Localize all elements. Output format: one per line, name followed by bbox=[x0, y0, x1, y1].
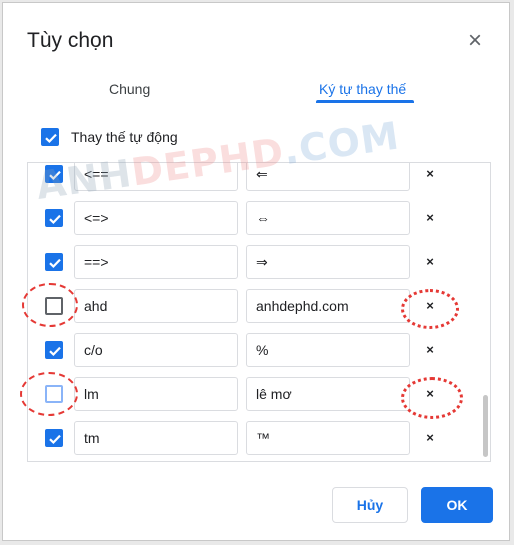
replace-field[interactable]: <=> bbox=[74, 201, 238, 235]
replace-field[interactable]: tm bbox=[74, 421, 238, 455]
delete-row-icon[interactable]: × bbox=[422, 210, 438, 226]
annotation-circle bbox=[401, 289, 459, 329]
list-scrollbar[interactable] bbox=[483, 395, 488, 457]
options-dialog: Tùy chọn × Chung Ký tự thay thế Thay thế… bbox=[2, 2, 510, 541]
checkmark-icon bbox=[49, 346, 61, 357]
dialog-title: Tùy chọn bbox=[27, 29, 114, 52]
substitution-row: tm ™ × bbox=[28, 416, 490, 460]
auto-replace-label: Thay thế tự động bbox=[71, 129, 178, 145]
delete-row-icon[interactable]: × bbox=[422, 430, 438, 446]
tab-substitutions[interactable]: Ký tự thay thế bbox=[319, 79, 406, 99]
checkmark-icon bbox=[49, 258, 61, 269]
with-field[interactable]: % bbox=[246, 333, 410, 367]
delete-row-icon[interactable]: × bbox=[422, 342, 438, 358]
ok-button[interactable]: OK bbox=[421, 487, 493, 523]
substitution-row: c/o % × bbox=[28, 328, 490, 372]
with-field[interactable]: lê mơ bbox=[246, 377, 410, 411]
auto-replace-checkbox[interactable] bbox=[41, 128, 59, 146]
delete-row-icon[interactable]: × bbox=[422, 166, 438, 182]
checkmark-icon bbox=[49, 170, 61, 181]
checkmark-icon bbox=[49, 214, 61, 225]
delete-row-icon[interactable]: × bbox=[422, 254, 438, 270]
checkmark-icon bbox=[45, 133, 57, 144]
replace-field[interactable]: lm bbox=[74, 377, 238, 411]
replace-field[interactable]: c/o bbox=[74, 333, 238, 367]
row-checkbox[interactable] bbox=[45, 429, 63, 447]
row-checkbox[interactable] bbox=[45, 165, 63, 183]
replace-field[interactable]: ahd bbox=[74, 289, 238, 323]
row-checkbox[interactable] bbox=[45, 341, 63, 359]
with-field[interactable]: anhdephd.com bbox=[246, 289, 410, 323]
annotation-circle bbox=[401, 377, 463, 419]
with-field[interactable]: ⇒ bbox=[246, 245, 410, 279]
checkmark-icon bbox=[49, 434, 61, 445]
row-checkbox[interactable] bbox=[45, 253, 63, 271]
close-icon[interactable]: × bbox=[463, 29, 487, 54]
with-field[interactable]: ™ bbox=[246, 421, 410, 455]
tab-general[interactable]: Chung bbox=[109, 79, 150, 99]
active-tab-indicator bbox=[316, 100, 414, 103]
with-field[interactable]: ⇔ bbox=[246, 201, 410, 235]
row-checkbox[interactable] bbox=[45, 209, 63, 227]
with-field[interactable]: ⇐ bbox=[246, 163, 410, 191]
substitution-row: <=> ⇔ × bbox=[28, 196, 490, 240]
replace-field[interactable]: <== bbox=[74, 163, 238, 191]
substitution-row: ==> ⇒ × bbox=[28, 240, 490, 284]
annotation-circle bbox=[22, 283, 78, 327]
substitution-row: <== ⇐ × bbox=[28, 163, 490, 196]
replace-field[interactable]: ==> bbox=[74, 245, 238, 279]
cancel-button[interactable]: Hủy bbox=[332, 487, 408, 523]
annotation-circle bbox=[20, 372, 78, 416]
